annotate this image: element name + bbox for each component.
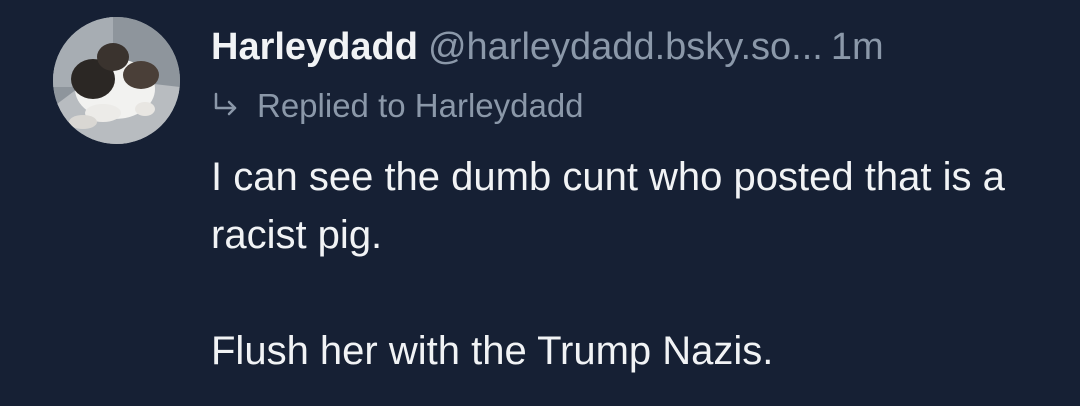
post-body-paragraph-2: Flush her with the Trump Nazis. bbox=[211, 329, 774, 373]
post-body-paragraph-1: I can see the dumb cunt who posted that … bbox=[211, 155, 1005, 257]
post-timestamp[interactable]: 1m bbox=[831, 26, 884, 68]
cat-avatar-icon bbox=[53, 17, 180, 144]
reply-context[interactable]: Replied to Harleydadd bbox=[211, 84, 584, 128]
reply-arrow-icon bbox=[214, 92, 237, 116]
author-avatar[interactable] bbox=[53, 17, 180, 144]
post-body: I can see the dumb cunt who posted that … bbox=[211, 148, 1031, 380]
post-header: Harleydadd @harleydadd.bsky.so... 1m bbox=[211, 24, 1051, 70]
reply-context-label: Replied to Harleydadd bbox=[257, 87, 584, 124]
post-card[interactable]: Harleydadd @harleydadd.bsky.so... 1m Repli… bbox=[0, 0, 1080, 406]
author-handle[interactable]: @harleydadd.bsky.so... bbox=[428, 26, 823, 68]
author-display-name[interactable]: Harleydadd bbox=[211, 26, 418, 68]
